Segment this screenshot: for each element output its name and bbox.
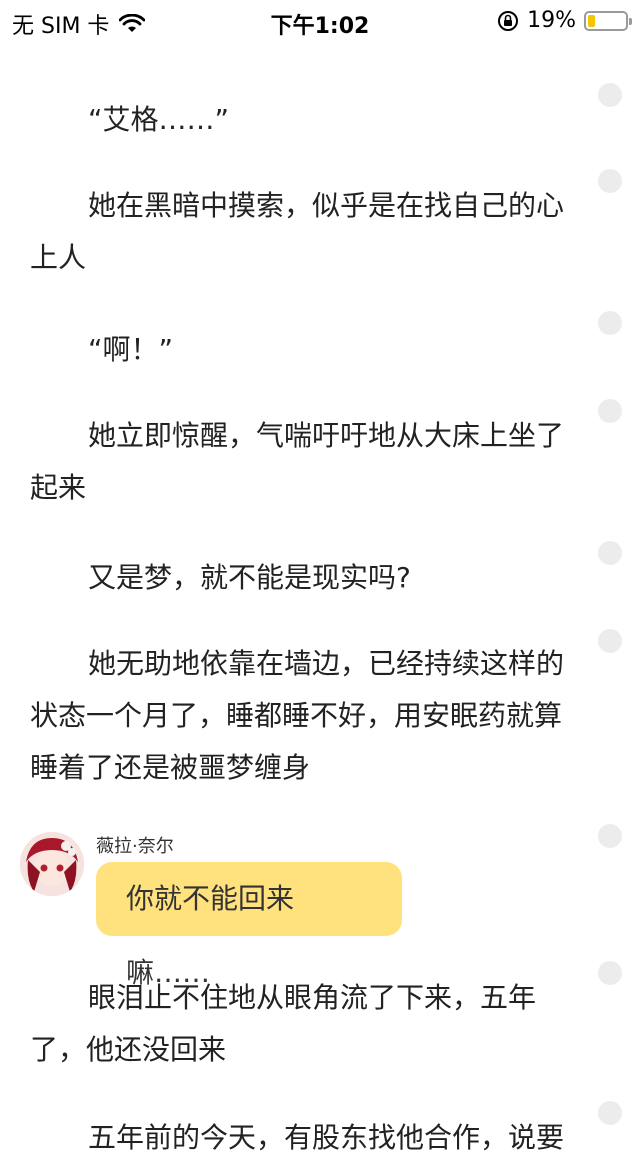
status-right: 19% xyxy=(497,8,632,33)
paragraph-comment-dot[interactable] xyxy=(598,629,622,653)
chat-bubble: 你就不能回来嘛…… xyxy=(96,862,402,989)
paragraph-comment-dot[interactable] xyxy=(598,541,622,565)
battery-icon xyxy=(584,10,632,31)
avatar[interactable] xyxy=(20,832,84,896)
paragraph-text: 她在黑暗中摸索，似乎是在找自己的心上人 xyxy=(30,189,565,274)
paragraph: 她无助地依靠在墙边，已经持续这样的状态一个月了，睡都睡不好，用安眠药就算睡着了还… xyxy=(30,638,580,794)
paragraph: 眼泪止不住地从眼角流了下来，五年了，他还没回来 xyxy=(30,972,580,1076)
paragraph-comment-dot[interactable] xyxy=(598,83,622,107)
reader-content[interactable]: “艾格……” 她在黑暗中摸索，似乎是在找自己的心上人 “啊！” 她立即惊醒，气喘… xyxy=(0,40,640,1154)
paragraph-text: “啊！” xyxy=(88,333,174,366)
paragraph: 她立即惊醒，气喘吁吁地从大床上坐了起来 xyxy=(30,410,580,514)
paragraph-comment-dot[interactable] xyxy=(598,399,622,423)
paragraph-text: 她无助地依靠在墙边，已经持续这样的状态一个月了，睡都睡不好，用安眠药就算睡着了还… xyxy=(30,647,565,784)
paragraph-text: 眼泪止不住地从眼角流了下来，五年了，他还没回来 xyxy=(30,981,537,1066)
speaker-name: 薇拉·奈尔 xyxy=(96,836,174,857)
paragraph-comment-dot[interactable] xyxy=(598,824,622,848)
paragraph-comment-dot[interactable] xyxy=(598,311,622,335)
paragraph-text: “艾格……” xyxy=(88,103,230,136)
rotation-lock-icon xyxy=(497,10,519,32)
status-bar: 无 SIM 卡 下午1:02 19% xyxy=(0,0,640,40)
battery-fill xyxy=(588,14,595,27)
battery-percent: 19% xyxy=(527,8,576,33)
paragraph: 又是梦，就不能是现实吗? xyxy=(30,552,580,604)
paragraph-comment-dot[interactable] xyxy=(598,169,622,193)
paragraph: “啊！” xyxy=(30,324,580,376)
paragraph: 五年前的今天，有股东找他合作，说要 xyxy=(30,1112,580,1164)
paragraph-comment-dot[interactable] xyxy=(598,1101,622,1125)
paragraph: 她在黑暗中摸索，似乎是在找自己的心上人 xyxy=(30,180,580,284)
paragraph-text: 她立即惊醒，气喘吁吁地从大床上坐了起来 xyxy=(30,419,565,504)
paragraph-comment-dot[interactable] xyxy=(598,961,622,985)
paragraph-text: 又是梦，就不能是现实吗? xyxy=(88,561,411,594)
paragraph: “艾格……” xyxy=(30,94,580,146)
paragraph-text: 五年前的今天，有股东找他合作，说要 xyxy=(88,1121,565,1154)
